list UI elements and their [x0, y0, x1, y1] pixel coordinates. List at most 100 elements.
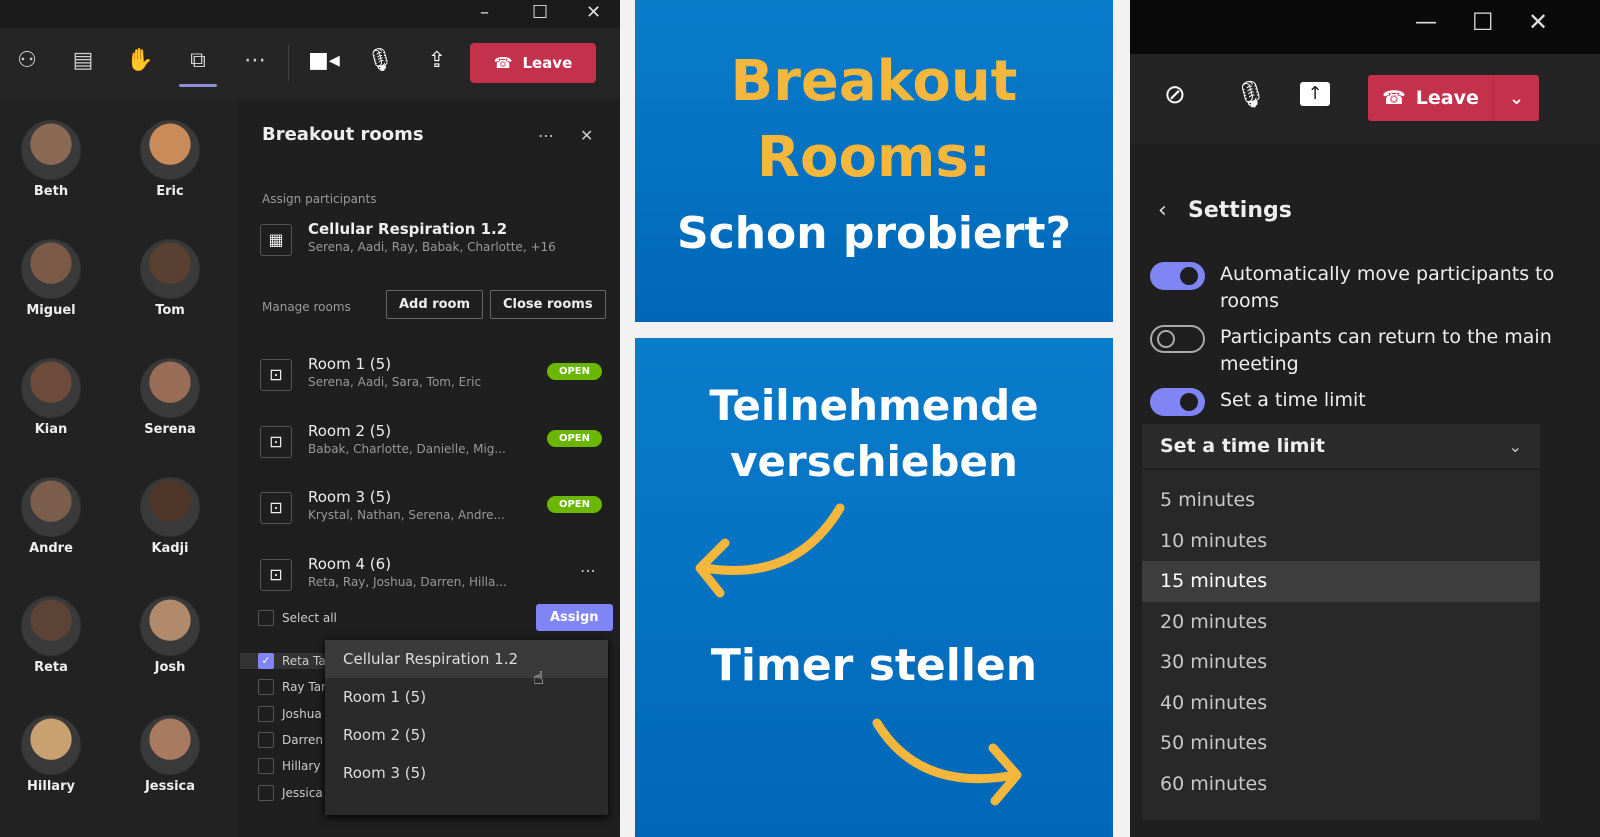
- status-badge: OPEN: [546, 363, 602, 380]
- breakout-rooms-icon[interactable]: ⧉: [183, 48, 213, 73]
- participant-checkbox-row[interactable]: Joshua: [258, 705, 322, 722]
- participant-checkbox-row[interactable]: ✓ Reta Ta: [240, 653, 330, 669]
- feature-move-line2: verschieben: [730, 437, 1018, 486]
- leave-button[interactable]: ☎ Leave: [1368, 75, 1493, 121]
- participant-tile[interactable]: Jessica: [120, 715, 220, 794]
- time-option[interactable]: 20 minutes: [1142, 602, 1540, 643]
- maximize-icon[interactable]: ☐: [532, 2, 548, 23]
- select-all-checkbox[interactable]: Select all: [258, 610, 337, 626]
- microphone-icon[interactable]: 🎙: [1234, 80, 1267, 110]
- close-icon[interactable]: ✕: [586, 2, 601, 23]
- time-option[interactable]: 50 minutes: [1142, 723, 1540, 764]
- participant-tile[interactable]: Eric: [120, 120, 220, 199]
- participant-checkbox-row[interactable]: Hillary: [258, 758, 321, 775]
- time-option[interactable]: 10 minutes: [1142, 521, 1540, 562]
- time-option[interactable]: 30 minutes: [1142, 642, 1540, 683]
- participant-tile[interactable]: Hillary: [1, 715, 101, 794]
- menu-item[interactable]: Cellular Respiration 1.2: [325, 640, 608, 678]
- checkbox[interactable]: [258, 784, 274, 801]
- room-item[interactable]: ⊡ Room 3 (5) Krystal, Nathan, Serena, Andr…: [260, 488, 610, 538]
- time-option[interactable]: 15 minutes: [1142, 561, 1540, 602]
- participant-name: Joshua: [282, 706, 322, 721]
- close-icon[interactable]: ✕: [1528, 8, 1548, 36]
- maximize-icon[interactable]: ☐: [1472, 8, 1494, 36]
- time-option[interactable]: 5 minutes: [1142, 480, 1540, 521]
- participant-name: Hillary: [282, 759, 321, 774]
- calendar-icon: ▦: [260, 224, 292, 256]
- checkbox[interactable]: [258, 731, 274, 748]
- participant-tile[interactable]: Beth: [1, 120, 101, 199]
- camera-off-icon[interactable]: ⊘: [1164, 80, 1186, 110]
- add-room-button[interactable]: Add room: [386, 290, 484, 319]
- participant-name: Josh: [154, 660, 186, 675]
- close-rooms-button[interactable]: Close rooms: [490, 290, 606, 319]
- leave-options-chevron-icon[interactable]: ⌄: [1493, 75, 1539, 121]
- participant-checkbox-row[interactable]: Ray Tar: [258, 679, 326, 696]
- time-option[interactable]: 60 minutes: [1142, 764, 1540, 805]
- share-icon[interactable]: ↑: [1300, 82, 1330, 106]
- participant-name: Hillary: [27, 779, 75, 794]
- close-panel-icon[interactable]: ✕: [580, 126, 593, 145]
- feature-timer: Timer stellen: [710, 640, 1038, 691]
- checkbox[interactable]: [258, 679, 274, 696]
- panel-title: Breakout rooms: [262, 124, 424, 145]
- menu-item[interactable]: Room 1 (5): [325, 678, 608, 716]
- assign-button[interactable]: Assign: [536, 604, 613, 631]
- more-icon[interactable]: ⋯: [240, 48, 270, 73]
- participant-name: Jessica: [282, 785, 323, 800]
- back-chevron-icon[interactable]: ‹: [1158, 198, 1167, 223]
- participant-tile[interactable]: Serena: [120, 358, 220, 437]
- participant-name: Reta Ta: [282, 654, 326, 668]
- chat-icon[interactable]: ▤: [68, 48, 98, 73]
- hang-up-icon: ☎: [493, 54, 513, 72]
- participant-checkbox-row[interactable]: Darren: [258, 731, 323, 748]
- room-item[interactable]: ⊡ Room 2 (5) Babak, Charlotte, Danielle, M…: [260, 422, 610, 472]
- leave-button[interactable]: ☎ Leave: [470, 43, 596, 83]
- participant-checkbox-row[interactable]: Jessica: [258, 784, 323, 801]
- minimize-icon[interactable]: –: [480, 2, 489, 23]
- checkbox[interactable]: [258, 705, 274, 722]
- main-meeting-item[interactable]: ▦ Cellular Respiration 1.2 Serena, Aadi,…: [260, 220, 610, 270]
- toggle-label: Set a time limit: [1220, 389, 1366, 411]
- participant-tile[interactable]: Josh: [120, 596, 220, 675]
- checkbox[interactable]: ✓: [258, 653, 274, 669]
- checkbox[interactable]: [258, 758, 274, 775]
- toggle-switch[interactable]: [1150, 325, 1205, 353]
- room-item[interactable]: ⊡ Room 1 (5) Serena, Aadi, Sara, Tom, Eric…: [260, 355, 610, 405]
- avatar: [21, 596, 81, 656]
- participant-name: Darren: [282, 732, 323, 747]
- menu-item[interactable]: Room 3 (5): [325, 754, 608, 792]
- participant-tile[interactable]: Miguel: [1, 239, 101, 318]
- assign-participants-label: Assign participants: [262, 192, 377, 206]
- more-options-icon[interactable]: ⋯: [580, 561, 596, 580]
- microphone-icon[interactable]: 🎙: [365, 48, 395, 73]
- time-option[interactable]: 40 minutes: [1142, 683, 1540, 724]
- people-icon[interactable]: ⚇: [12, 48, 42, 73]
- share-screen-icon[interactable]: ⇪: [422, 48, 452, 73]
- participant-tile[interactable]: Andre: [1, 477, 101, 556]
- participant-tile[interactable]: Reta: [1, 596, 101, 675]
- feature-move-line1: Teilnehmende: [709, 381, 1039, 430]
- more-options-icon[interactable]: ⋯: [538, 126, 554, 145]
- avatar: [140, 358, 200, 418]
- chevron-down-icon: ⌄: [1508, 436, 1522, 456]
- room-icon: ⊡: [260, 425, 292, 458]
- avatar: [140, 715, 200, 775]
- participant-name: Andre: [29, 541, 73, 556]
- arrow-right-icon: [872, 718, 1022, 806]
- raise-hand-icon[interactable]: ✋: [125, 48, 155, 73]
- time-limit-select[interactable]: Set a time limit ⌄: [1142, 424, 1540, 468]
- camera-icon[interactable]: ■◂: [308, 48, 340, 73]
- minimize-icon[interactable]: —: [1415, 10, 1437, 35]
- participant-tile[interactable]: Tom: [120, 239, 220, 318]
- toggle-switch[interactable]: [1150, 388, 1205, 416]
- participant-tile[interactable]: Kadji: [120, 477, 220, 556]
- menu-item[interactable]: Room 2 (5): [325, 716, 608, 754]
- participant-tile[interactable]: Kian: [1, 358, 101, 437]
- room-members: Krystal, Nathan, Serena, Andre...: [308, 508, 505, 522]
- participant-name: Eric: [156, 184, 184, 199]
- participant-name: Ray Tar: [282, 680, 326, 695]
- room-item[interactable]: ⊡ Room 4 (6) Reta, Ray, Joshua, Darren, Hi…: [260, 555, 610, 605]
- toggle-switch[interactable]: [1150, 262, 1205, 290]
- title-bar: – ☐ ✕: [0, 0, 620, 28]
